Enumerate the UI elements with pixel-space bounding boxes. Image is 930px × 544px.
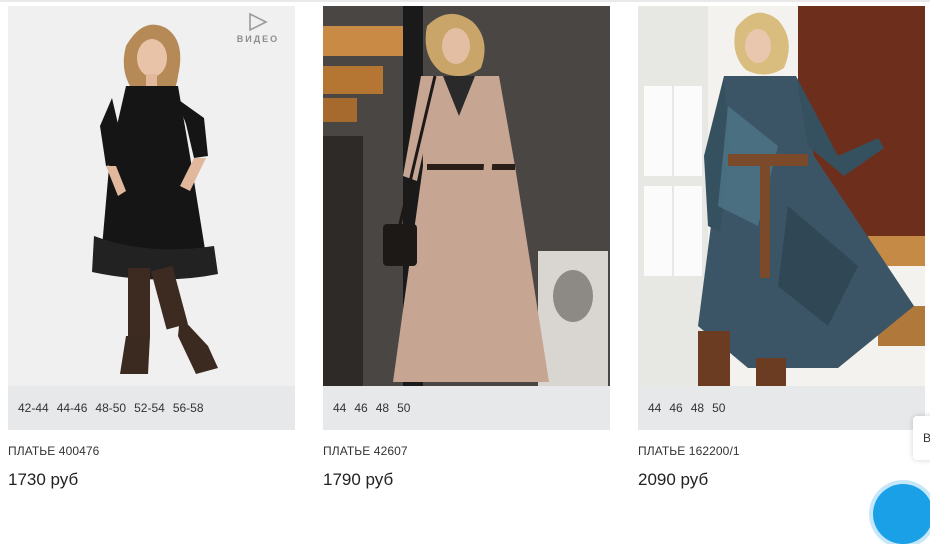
size-option[interactable]: 44	[648, 401, 661, 415]
size-option[interactable]: 50	[712, 401, 725, 415]
size-option[interactable]: 44	[333, 401, 346, 415]
product-card[interactable]: ВИДЕО 42-44 44-46 48-50 52-54 56-58 ПЛАТ…	[8, 6, 295, 490]
size-option[interactable]: 42-44	[18, 401, 49, 415]
product-photo[interactable]: ВИДЕО	[8, 6, 295, 386]
size-option[interactable]: 52-54	[134, 401, 165, 415]
side-tab-label: В	[923, 431, 930, 445]
video-badge[interactable]: ВИДЕО	[233, 12, 283, 44]
product-price: 1790 руб	[323, 470, 394, 489]
video-label: ВИДЕО	[236, 34, 280, 44]
product-photo[interactable]	[638, 6, 925, 386]
top-divider	[0, 0, 930, 2]
product-photo[interactable]	[323, 6, 610, 386]
product-name[interactable]: ПЛАТЬЕ 162200/1	[638, 444, 925, 458]
model-beige-dress-image	[323, 6, 610, 386]
product-price: 2090 руб	[638, 470, 709, 489]
size-option[interactable]: 44-46	[57, 401, 88, 415]
size-list: 44 46 48 50	[638, 386, 925, 430]
play-icon	[249, 12, 268, 32]
model-black-dress-image	[8, 6, 295, 386]
size-option[interactable]: 46	[354, 401, 367, 415]
size-option[interactable]: 48	[376, 401, 389, 415]
product-price: 1730 руб	[8, 470, 79, 489]
product-name[interactable]: ПЛАТЬЕ 42607	[323, 444, 610, 458]
size-option[interactable]: 48-50	[95, 401, 126, 415]
size-list: 42-44 44-46 48-50 52-54 56-58	[8, 386, 295, 430]
chat-icon[interactable]	[873, 484, 930, 544]
model-print-dress-image	[638, 6, 925, 386]
size-option[interactable]: 46	[669, 401, 682, 415]
size-option[interactable]: 56-58	[173, 401, 204, 415]
size-option[interactable]: 50	[397, 401, 410, 415]
side-tab-button[interactable]: В	[913, 416, 930, 460]
product-card[interactable]: 44 46 48 50 ПЛАТЬЕ 162200/1 2090 руб	[638, 6, 925, 490]
size-list: 44 46 48 50	[323, 386, 610, 430]
product-name[interactable]: ПЛАТЬЕ 400476	[8, 444, 295, 458]
product-card[interactable]: 44 46 48 50 ПЛАТЬЕ 42607 1790 руб	[323, 6, 610, 490]
size-option[interactable]: 48	[691, 401, 704, 415]
